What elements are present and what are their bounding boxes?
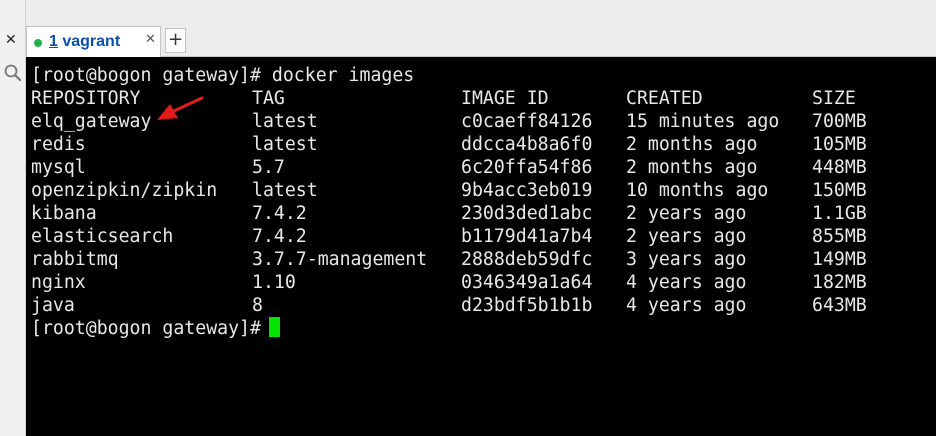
prompt-line: [root@bogon gateway]# [31, 317, 867, 340]
left-panel-strip: ✕ [0, 0, 26, 436]
terminal-cursor [268, 317, 280, 337]
table-row: openzipkin/zipkin latest 9b4acc3eb019 10 mo… [31, 179, 867, 202]
header-repository: REPOSITORY [31, 88, 141, 109]
cell-image-id: 9b4acc3eb019 [461, 180, 593, 201]
panel-close-icon[interactable]: ✕ [5, 33, 17, 47]
cell-created: 10 months ago [626, 180, 769, 201]
cell-tag: 1.10 [252, 272, 296, 293]
header-image-id: IMAGE ID [461, 88, 549, 109]
cell-repository: rabbitmq [31, 249, 119, 270]
table-row: mysql 5.7 6c20ffa54f86 2 months ago 448MB [31, 156, 867, 179]
header-created: CREATED [626, 88, 703, 109]
tab-number: 1 [49, 33, 58, 50]
cell-repository: kibana [31, 203, 97, 224]
cell-repository: redis [31, 134, 86, 155]
cell-tag: 7.4.2 [252, 226, 307, 247]
cell-tag: 8 [252, 295, 263, 316]
status-dot-icon [34, 39, 42, 47]
cell-size: 643MB [812, 295, 867, 316]
table-header: REPOSITORY TAG IMAGE ID CREATED SIZE [31, 87, 867, 110]
cell-image-id: 230d3ded1abc [461, 203, 593, 224]
cell-tag: 5.7 [252, 157, 285, 178]
search-icon[interactable] [3, 63, 23, 83]
cell-size: 700MB [812, 111, 867, 132]
cell-created: 3 years ago [626, 249, 747, 270]
table-row: kibana 7.4.2 230d3ded1abc 2 years ago 1.1GB [31, 202, 867, 225]
cell-image-id: 2888deb59dfc [461, 249, 593, 270]
tab-title: vagrant [62, 33, 121, 50]
add-tab-button[interactable]: + [165, 28, 186, 53]
plus-icon: + [167, 29, 184, 50]
cell-created: 2 years ago [626, 226, 747, 247]
header-tag: TAG [252, 88, 285, 109]
tab-close-icon[interactable]: ✕ [145, 32, 156, 47]
cell-repository: elasticsearch [31, 226, 174, 247]
cell-image-id: d23bdf5b1b1b [461, 295, 593, 316]
cell-created: 2 months ago [626, 157, 758, 178]
cell-repository: openzipkin/zipkin [31, 180, 218, 201]
table-row: elq_gateway latest c0caeff84126 15 minutes … [31, 110, 867, 133]
cell-tag: latest [252, 180, 318, 201]
cell-size: 182MB [812, 272, 867, 293]
terminal-output: [root@bogon gateway]# docker images REPOS… [31, 64, 867, 340]
cell-tag: latest [252, 111, 318, 132]
cell-repository: mysql [31, 157, 86, 178]
cell-size: 855MB [812, 226, 867, 247]
cell-size: 150MB [812, 180, 867, 201]
table-row: elasticsearch 7.4.2 b1179d41a7b4 2 years ag… [31, 225, 867, 248]
cell-image-id: b1179d41a7b4 [461, 226, 593, 247]
cell-repository: elq_gateway [31, 111, 152, 132]
cell-size: 448MB [812, 157, 867, 178]
prompt-text: [root@bogon gateway]# [31, 318, 261, 339]
cell-tag: 7.4.2 [252, 203, 307, 224]
cell-tag: 3.7.7-management [252, 249, 428, 270]
cell-created: 15 minutes ago [626, 111, 780, 132]
cell-size: 105MB [812, 134, 867, 155]
header-size: SIZE [812, 88, 856, 109]
cell-image-id: 6c20ffa54f86 [461, 157, 593, 178]
cell-created: 4 years ago [626, 295, 747, 316]
cell-size: 1.1GB [812, 203, 867, 224]
cell-image-id: 0346349a1a64 [461, 272, 593, 293]
tab-label: 1 vagrant [49, 33, 120, 51]
cell-tag: latest [252, 134, 318, 155]
cell-image-id: ddcca4b8a6f0 [461, 134, 593, 155]
cell-created: 4 years ago [626, 272, 747, 293]
cell-image-id: c0caeff84126 [461, 111, 593, 132]
tab-vagrant[interactable]: 1 vagrant ✕ [26, 26, 161, 57]
cell-size: 149MB [812, 249, 867, 270]
cell-created: 2 months ago [626, 134, 758, 155]
terminal-screen[interactable]: [root@bogon gateway]# docker images REPOS… [26, 57, 936, 436]
command-line: [root@bogon gateway]# docker images [31, 65, 415, 86]
cell-created: 2 years ago [626, 203, 747, 224]
cell-repository: java [31, 295, 75, 316]
table-row: nginx 1.10 0346349a1a64 4 years ago 182MB [31, 271, 867, 294]
table-row: rabbitmq 3.7.7-management 2888deb59dfc 3 ye… [31, 248, 867, 271]
table-row: java 8 d23bdf5b1b1b 4 years ago 643MB [31, 294, 867, 317]
tab-bar: 1 vagrant ✕ + [26, 0, 936, 57]
cell-repository: nginx [31, 272, 86, 293]
table-row: redis latest ddcca4b8a6f0 2 months ago 105MB [31, 133, 867, 156]
